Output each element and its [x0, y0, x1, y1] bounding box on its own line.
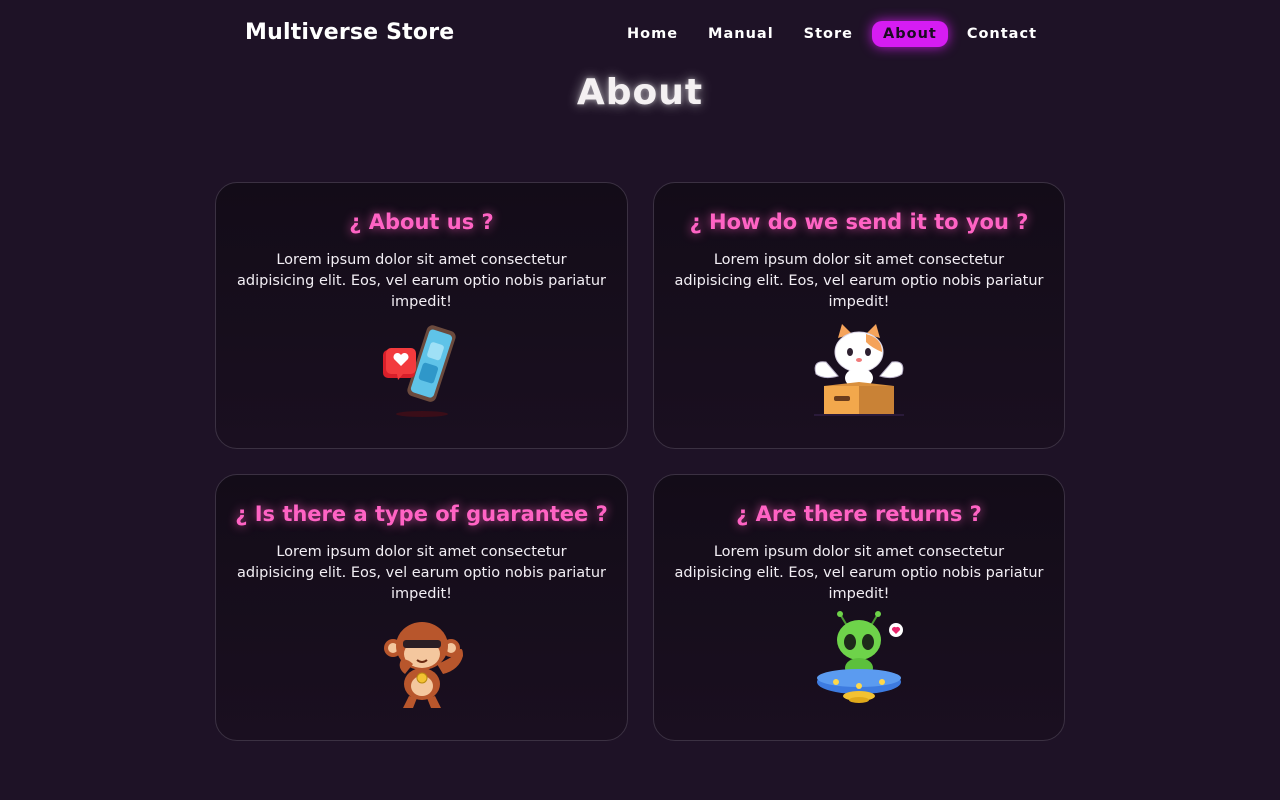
card-title: ¿ Are there returns ?: [736, 502, 982, 526]
cat-in-box-illustration: [804, 316, 914, 426]
page-title: About: [576, 72, 704, 113]
main-nav: Home Manual Store About Contact: [612, 21, 1052, 47]
nav-manual[interactable]: Manual: [693, 21, 789, 47]
phone-heart-illustration: [367, 316, 477, 426]
about-card-about-us: ¿ About us ? Lorem ipsum dolor sit amet …: [215, 182, 628, 449]
nav-home[interactable]: Home: [612, 21, 693, 47]
card-title: ¿ Is there a type of guarantee ?: [235, 502, 608, 526]
card-text: Lorem ipsum dolor sit amet consectetur a…: [674, 544, 1044, 602]
card-text: Lorem ipsum dolor sit amet consectetur a…: [237, 252, 606, 310]
card-text: Lorem ipsum dolor sit amet consectetur a…: [237, 544, 606, 602]
brand-logo-text[interactable]: Multiverse Store: [245, 20, 454, 45]
card-text: Lorem ipsum dolor sit amet consectetur a…: [674, 252, 1044, 310]
top-navigation-bar: Multiverse Store Home Manual Store About…: [0, 0, 1280, 70]
alien-ufo-illustration: [804, 608, 914, 718]
about-card-returns: ¿ Are there returns ? Lorem ipsum dolor …: [653, 474, 1065, 741]
monkey-dab-illustration: [367, 608, 477, 718]
card-title: ¿ About us ?: [349, 210, 494, 234]
nav-store[interactable]: Store: [789, 21, 868, 47]
about-card-guarantee: ¿ Is there a type of guarantee ? Lorem i…: [215, 474, 628, 741]
card-title: ¿ How do we send it to you ?: [689, 210, 1029, 234]
nav-contact[interactable]: Contact: [952, 21, 1052, 47]
nav-about[interactable]: About: [872, 21, 948, 47]
about-card-shipping: ¿ How do we send it to you ? Lorem ipsum…: [653, 182, 1065, 449]
about-cards-grid: ¿ About us ? Lorem ipsum dolor sit amet …: [215, 182, 1065, 741]
